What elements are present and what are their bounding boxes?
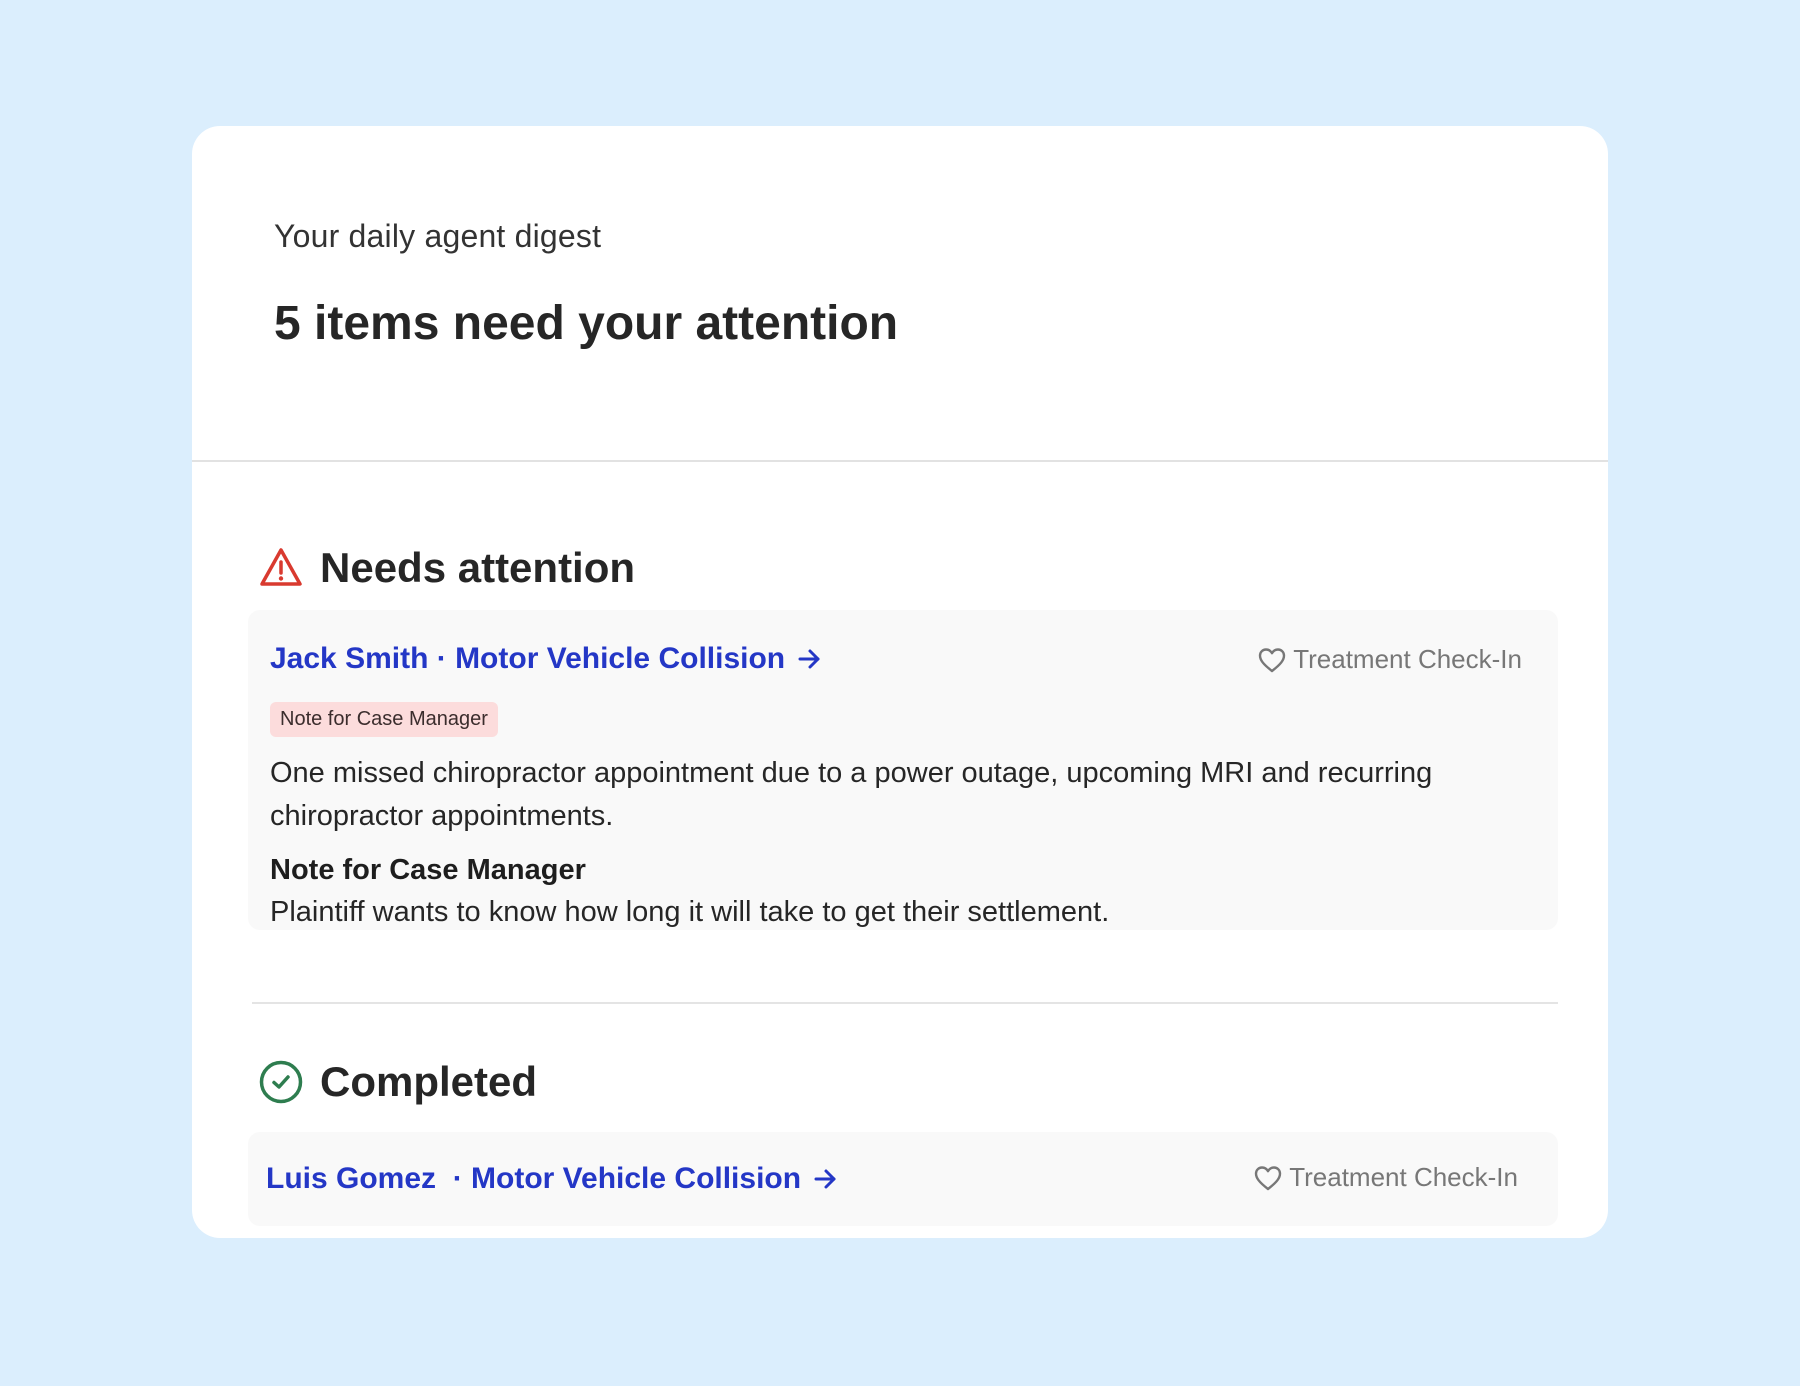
note-badge: Note for Case Manager [270, 702, 498, 737]
item-type-label: Treatment Check-In [1289, 1162, 1518, 1192]
case-link-luis-gomez[interactable]: Luis Gomez · Motor Vehicle Collision [266, 1162, 839, 1196]
note-text: Plaintiff wants to know how long it will… [270, 896, 1110, 928]
digest-card: Your daily agent digest 5 items need you… [192, 126, 1608, 1238]
section-title-completed: Completed [320, 1058, 538, 1105]
attention-item: Jack Smith · Motor Vehicle Collision Tre… [248, 610, 1558, 930]
digest-header: Your daily agent digest 5 items need you… [192, 126, 1608, 462]
section-needs-attention: Needs attention [258, 544, 635, 592]
completed-item: Luis Gomez · Motor Vehicle Collision Tre… [248, 1132, 1558, 1226]
check-circle-icon [259, 1060, 303, 1104]
item-type-label: Treatment Check-In [1293, 644, 1522, 674]
case-link-text: Jack Smith · Motor Vehicle Collision [270, 642, 786, 675]
heart-icon [1255, 1165, 1282, 1190]
arrow-right-icon [814, 1169, 836, 1189]
note-title: Note for Case Manager [270, 854, 586, 886]
heart-icon [1259, 647, 1286, 672]
section-completed: Completed [258, 1058, 537, 1106]
case-link-jack-smith[interactable]: Jack Smith · Motor Vehicle Collision [270, 642, 823, 676]
item-type-tag: Treatment Check-In [1257, 644, 1522, 675]
digest-headline: 5 items need your attention [274, 297, 899, 350]
item-type-tag: Treatment Check-In [1253, 1162, 1518, 1193]
section-title-needs-attention: Needs attention [320, 544, 636, 591]
arrow-right-icon [798, 649, 820, 669]
warning-triangle-icon [260, 548, 302, 586]
section-divider [252, 1002, 1558, 1004]
digest-subtitle: Your daily agent digest [274, 218, 602, 254]
item-summary: One missed chiropractor appointment due … [270, 757, 1433, 832]
case-link-text: Luis Gomez · Motor Vehicle Collision [266, 1162, 802, 1195]
